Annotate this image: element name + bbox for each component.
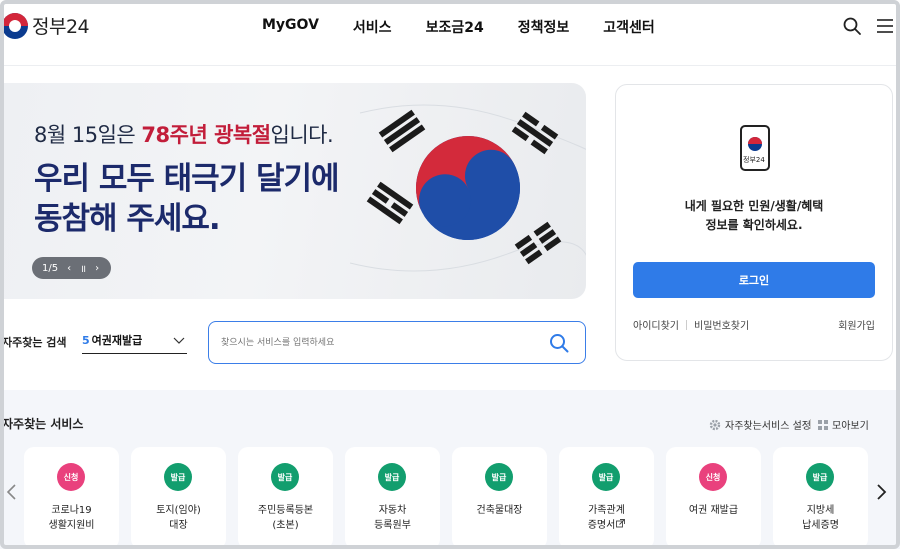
service-search-input[interactable]	[221, 334, 541, 352]
search-icon[interactable]	[842, 16, 862, 36]
banner-line1-prefix: 8월 15일은	[34, 123, 142, 147]
issue-badge: 발급	[485, 463, 513, 491]
service-card[interactable]: 신청 여권 재발급	[666, 447, 761, 549]
service-name-line1: 코로나19	[51, 505, 92, 516]
chevron-right-icon[interactable]	[874, 482, 888, 502]
service-card[interactable]: 발급 지방세납세증명	[773, 447, 868, 549]
service-name-line1: 여권 재발급	[688, 505, 739, 516]
grid-icon	[818, 419, 828, 430]
banner-line1-suffix: 입니다.	[270, 123, 334, 147]
favorite-search-value: 여권재발급	[91, 334, 143, 347]
login-message-2: 정보를 확인하세요.	[705, 218, 803, 232]
view-all-label: 모아보기	[832, 421, 869, 432]
service-name: 주민등록등본 (초본)	[238, 503, 333, 533]
service-name: 여권 재발급	[666, 503, 761, 518]
hamburger-menu-icon[interactable]	[875, 16, 895, 36]
service-name-line1: 토지(임야)	[156, 505, 201, 516]
nav-mygov[interactable]: MyGOV	[262, 17, 319, 37]
slide-controls: 1/5 ‹ ॥ ›	[32, 257, 111, 279]
issue-badge: 발급	[271, 463, 299, 491]
issue-badge: 발급	[592, 463, 620, 491]
service-name: 코로나19 생활지원비	[24, 503, 119, 533]
section-title: 자주찾는 서비스	[2, 417, 84, 431]
service-name-line2: 증명서	[587, 520, 616, 531]
frequent-services-section: 자주찾는 서비스 자주찾는서비스 설정 모아보기 신청 코로나19 생활지원비 발…	[0, 390, 900, 549]
favorite-search-label: 자주찾는 검색	[2, 336, 67, 349]
nav-policy-info[interactable]: 정책정보	[518, 17, 570, 37]
service-name: 지방세납세증명	[773, 503, 868, 533]
service-card[interactable]: 신청 코로나19 생활지원비	[24, 447, 119, 549]
phone-logo-icon	[748, 137, 762, 151]
service-name-line1: 건축물대장	[476, 505, 523, 516]
view-all-button[interactable]: 모아보기	[818, 417, 869, 432]
service-name-line2: (초본)	[272, 520, 299, 531]
nav-services[interactable]: 서비스	[353, 17, 392, 37]
chevron-left-icon[interactable]	[5, 482, 19, 502]
chevron-down-icon	[173, 337, 185, 344]
service-name: 건축물대장	[452, 503, 547, 518]
gov24-logo[interactable]: 정부24	[2, 12, 90, 39]
service-name: 자동차등록원부	[345, 503, 440, 533]
banner-line1: 8월 15일은 78주년 광복절입니다.	[34, 119, 334, 149]
login-card: 정부24 내게 필요한 민원/생활/혜택 정보를 확인하세요. 로그인 아이디찾…	[615, 84, 893, 361]
service-card[interactable]: 발급 토지(임야) 대장	[131, 447, 226, 549]
search-icon[interactable]	[549, 333, 569, 353]
service-card[interactable]: 발급 주민등록등본 (초본)	[238, 447, 333, 549]
service-name: 가족관계증명서	[559, 503, 654, 533]
next-slide-icon[interactable]: ›	[95, 263, 99, 274]
logo-text: 정부24	[32, 16, 90, 38]
signup-link[interactable]: 회원가입	[838, 317, 875, 332]
phone-label: 정부24	[743, 156, 765, 164]
banner-headline-1: 우리 모두 태극기 달기에	[34, 161, 340, 197]
pause-icon[interactable]: ॥	[80, 261, 86, 275]
services-settings-button[interactable]: 자주찾는서비스 설정	[709, 417, 811, 432]
login-links: 아이디찾기 비밀번호찾기	[633, 317, 749, 332]
nav-subsidy24[interactable]: 보조금24	[426, 17, 484, 37]
service-search-box	[208, 321, 586, 364]
login-message-1: 내게 필요한 민원/생활/혜택	[684, 199, 824, 213]
issue-badge: 발급	[378, 463, 406, 491]
service-name: 토지(임야) 대장	[131, 503, 226, 533]
login-button[interactable]: 로그인	[633, 262, 875, 298]
nav-customer-center[interactable]: 고객센터	[603, 17, 655, 37]
services-settings-label: 자주찾는서비스 설정	[725, 421, 811, 432]
slide-counter: 1/5	[42, 262, 59, 274]
banner-highlight: 78주년 광복절	[141, 123, 271, 147]
favorite-search-dropdown[interactable]: 5 여권재발급	[82, 332, 187, 354]
find-id-link[interactable]: 아이디찾기	[633, 317, 679, 332]
taegukgi-flag-image	[350, 104, 586, 272]
service-name-line2: 등록원부	[374, 520, 411, 531]
gear-icon	[709, 419, 721, 430]
service-name-line1: 자동차	[378, 505, 407, 516]
service-name-line2: 납세증명	[802, 520, 839, 531]
banner-headline-2: 동참해 주세요.	[34, 201, 221, 237]
favorite-rank: 5	[82, 334, 90, 347]
site-header: 정부24 MyGOV 서비스 보조금24 정책정보 고객센터	[0, 0, 900, 66]
apply-badge: 신청	[57, 463, 85, 491]
main-banner[interactable]: 8월 15일은 78주년 광복절입니다. 우리 모두 태극기 달기에 동참해 주…	[0, 83, 586, 299]
apply-badge: 신청	[699, 463, 727, 491]
service-card[interactable]: 발급 건축물대장	[452, 447, 547, 549]
service-name-line1: 지방세	[806, 505, 835, 516]
issue-badge: 발급	[806, 463, 834, 491]
service-name-line2: 대장	[169, 520, 188, 531]
find-password-link[interactable]: 비밀번호찾기	[694, 317, 749, 332]
service-name-line2: 생활지원비	[48, 520, 95, 531]
main-nav: MyGOV 서비스 보조금24 정책정보 고객센터	[262, 17, 655, 37]
prev-slide-icon[interactable]: ‹	[67, 263, 71, 274]
service-card[interactable]: 발급 자동차등록원부	[345, 447, 440, 549]
phone-icon: 정부24	[740, 125, 770, 171]
divider	[810, 419, 811, 429]
issue-badge: 발급	[164, 463, 192, 491]
service-name-line1: 주민등록등본	[257, 505, 314, 516]
external-link-icon	[616, 519, 626, 528]
taegeuk-logo-icon	[2, 12, 28, 39]
service-name-line1: 가족관계	[588, 505, 625, 516]
service-card[interactable]: 발급 가족관계증명서	[559, 447, 654, 549]
divider	[686, 319, 687, 330]
